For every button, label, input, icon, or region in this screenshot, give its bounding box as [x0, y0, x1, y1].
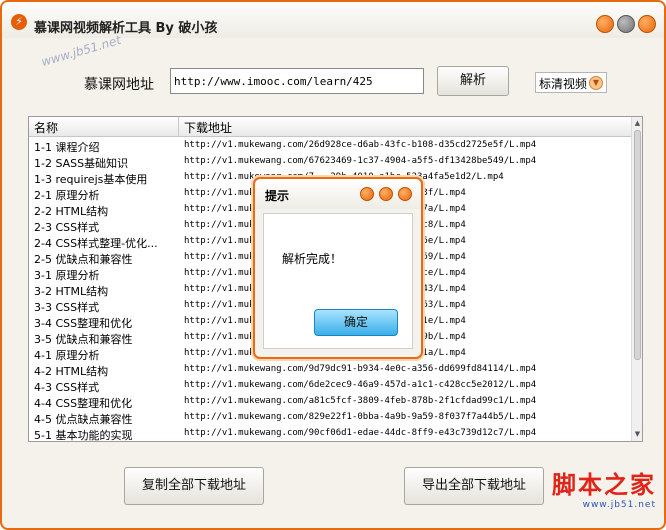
quality-select[interactable]: 标清视频 ▼: [535, 72, 607, 93]
row-url-cell: http://v1.mukewang.com/9d79dc91-b934-4e0…: [184, 364, 537, 374]
row-url-cell: http://v1.mukewang.com/26d928ce-d6ab-43f…: [184, 140, 537, 150]
export-all-button[interactable]: 导出全部下载地址: [404, 467, 544, 505]
table-row[interactable]: 4-4 CSS整理和优化 http://v1.mukewang.com/a81c5…: [29, 394, 632, 410]
row-url-cell: http://v1.mukewang.com/a81c5fcf-3809-4fe…: [184, 396, 537, 406]
table-row[interactable]: 4-2 HTML结构 http://v1.mukewang.com/9d79dc9…: [29, 362, 632, 378]
site-logo: 脚本之家 www.jb51.net: [552, 465, 656, 510]
row-name-cell: 3-4 CSS整理和优化: [34, 317, 133, 330]
dialog-title: 提示: [265, 189, 290, 203]
scroll-thumb[interactable]: [634, 130, 641, 360]
list-header: 名称 下载地址: [29, 117, 632, 137]
chevron-down-icon[interactable]: ▼: [589, 76, 603, 90]
row-name-cell: 1-1 课程介绍: [34, 141, 100, 154]
message-dialog: 提示 解析完成！ 确定: [253, 177, 423, 359]
title-bar[interactable]: ⚡ 慕课网视频解析工具 By 破小孩: [2, 2, 664, 38]
copy-all-button[interactable]: 复制全部下载地址: [124, 467, 264, 505]
row-url-cell: http://v1.mukewang.com/829e22f1-0bba-4a9…: [184, 412, 537, 422]
parse-button[interactable]: 解析: [437, 66, 509, 96]
row-name-cell: 4-1 原理分析: [34, 349, 100, 362]
row-name-cell: 4-4 CSS整理和优化: [34, 397, 133, 410]
table-row[interactable]: 5-1 基本功能的实现 http://v1.mukewang.com/90cf06…: [29, 426, 632, 442]
row-name-cell: 3-3 CSS样式: [34, 301, 100, 314]
table-row[interactable]: 1-2 SASS基础知识 http://v1.mukewang.com/67623…: [29, 154, 632, 170]
maximize-button[interactable]: [617, 15, 635, 33]
dialog-title-bar[interactable]: 提示: [255, 179, 421, 209]
row-name-cell: 3-5 优缺点和兼容性: [34, 333, 133, 346]
url-label: 慕课网地址: [84, 77, 154, 93]
row-name-cell: 2-1 原理分析: [34, 189, 100, 202]
table-row[interactable]: 1-1 课程介绍 http://v1.mukewang.com/26d928ce-…: [29, 138, 632, 154]
minimize-button[interactable]: [596, 15, 614, 33]
dialog-message: 解析完成！: [282, 252, 343, 266]
row-name-cell: 2-2 HTML结构: [34, 205, 109, 218]
app-lightning-icon: ⚡: [11, 14, 27, 30]
watermark-text: www.jb51.net: [39, 32, 123, 70]
row-url-cell: http://v1.mukewang.com/67623469-1c37-490…: [184, 156, 537, 166]
dialog-close-button[interactable]: [398, 187, 412, 201]
close-button[interactable]: [638, 15, 656, 33]
scroll-up-arrow-icon[interactable]: ▲: [633, 119, 642, 128]
row-name-cell: 5-1 基本功能的实现: [34, 429, 133, 442]
row-name-cell: 4-2 HTML结构: [34, 365, 109, 378]
url-input[interactable]: http://www.imooc.com/learn/425: [170, 68, 424, 94]
column-header-name[interactable]: 名称: [34, 119, 58, 136]
column-header-url[interactable]: 下载地址: [184, 119, 232, 136]
table-row[interactable]: 4-3 CSS样式 http://v1.mukewang.com/6de2cec9…: [29, 378, 632, 394]
vertical-scrollbar[interactable]: ▲ ▼: [631, 117, 642, 441]
row-name-cell: 2-5 优缺点和兼容性: [34, 253, 133, 266]
row-name-cell: 1-3 requirejs基本使用: [34, 173, 148, 186]
dialog-maximize-button[interactable]: [379, 187, 393, 201]
row-url-cell: http://v1.mukewang.com/6de2cec9-46a9-457…: [184, 380, 537, 390]
window-title: 慕课网视频解析工具 By 破小孩: [34, 21, 218, 36]
quality-selected-value: 标清视频: [539, 77, 588, 91]
ok-button[interactable]: 确定: [314, 309, 398, 336]
row-name-cell: 2-4 CSS样式整理-优化...: [34, 237, 158, 250]
logo-sub-text: www.jb51.net: [582, 500, 656, 510]
row-name-cell: 1-2 SASS基础知识: [34, 157, 129, 170]
row-name-cell: 3-1 原理分析: [34, 269, 100, 282]
column-divider[interactable]: [178, 117, 179, 137]
logo-main-text: 脚本之家: [552, 470, 656, 499]
main-window: ⚡ 慕课网视频解析工具 By 破小孩 www.jb51.net 慕课网地址 ht…: [0, 0, 666, 530]
row-name-cell: 4-3 CSS样式: [34, 381, 100, 394]
row-name-cell: 3-2 HTML结构: [34, 285, 109, 298]
table-row[interactable]: 4-5 优点缺点兼容性 http://v1.mukewang.com/829e22…: [29, 410, 632, 426]
dialog-minimize-button[interactable]: [360, 187, 374, 201]
row-name-cell: 2-3 CSS样式: [34, 221, 100, 234]
row-url-cell: http://v1.mukewang.com/90cf06d1-edae-44d…: [184, 428, 537, 438]
row-name-cell: 4-5 优点缺点兼容性: [34, 413, 133, 426]
dialog-body: 解析完成！ 确定: [263, 213, 413, 349]
scroll-down-arrow-icon[interactable]: ▼: [633, 430, 642, 439]
